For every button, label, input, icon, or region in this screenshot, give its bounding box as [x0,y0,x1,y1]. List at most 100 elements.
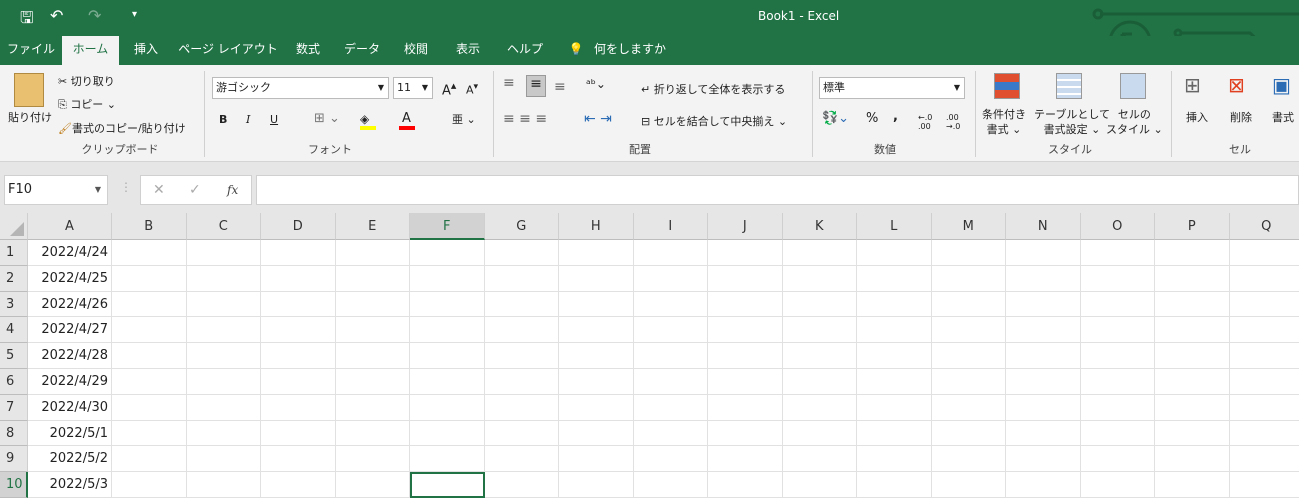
align-middle-icon[interactable]: ≡ [526,75,546,97]
cell-H5[interactable] [559,343,634,369]
tab-view[interactable]: 表示 [446,36,490,65]
column-header-L[interactable]: L [857,213,932,240]
format-cells-button[interactable]: 書式 [1272,109,1294,125]
underline-button[interactable]: U [270,113,278,126]
name-box[interactable]: F10 ▼ [4,175,108,205]
cell-O4[interactable] [1080,317,1155,344]
cell-K3[interactable] [782,291,857,318]
cell-I6[interactable] [633,369,708,395]
column-header-H[interactable]: H [559,213,634,240]
cell-B9[interactable] [112,446,187,473]
cell-M5[interactable] [931,343,1006,369]
cell-A2[interactable]: 2022/4/25 [28,265,112,292]
cell-F4[interactable] [410,317,485,344]
column-header-B[interactable]: B [112,213,187,240]
format-as-table-button[interactable]: テーブルとして 書式設定 ⌄ [1034,107,1110,137]
row-header-7[interactable]: 7 [0,394,28,421]
cell-M3[interactable] [931,291,1006,318]
cell-H9[interactable] [559,446,634,473]
tab-help[interactable]: ヘルプ [500,36,550,65]
row-header-8[interactable]: 8 [0,420,28,447]
cell-H6[interactable] [559,369,634,395]
cell-D2[interactable] [261,265,336,292]
cell-B6[interactable] [112,369,187,395]
cell-P9[interactable] [1155,446,1230,473]
cell-L6[interactable] [857,369,932,395]
cell-D8[interactable] [261,420,336,447]
cell-M10[interactable] [931,472,1006,498]
cell-A3[interactable]: 2022/4/26 [28,291,112,318]
cell-O2[interactable] [1080,265,1155,292]
cell-C9[interactable] [186,446,261,473]
cell-A10[interactable]: 2022/5/3 [28,472,112,498]
merge-center-button[interactable]: ⊟ セルを結合して中央揃え ⌄ [641,113,787,129]
cell-B5[interactable] [112,343,187,369]
fill-color-icon[interactable]: ◈ [360,112,376,126]
cut-button[interactable]: ✂ 切り取り [58,73,115,89]
number-format-select[interactable]: 標準 ▼ [819,77,965,99]
cell-K9[interactable] [782,446,857,473]
redo-icon[interactable]: ↷ [88,6,101,25]
cell-F6[interactable] [410,369,485,395]
tab-file[interactable]: ファイル [0,36,62,65]
cell-D9[interactable] [261,446,336,473]
cell-O6[interactable] [1080,369,1155,395]
cell-P8[interactable] [1155,420,1230,447]
cell-K6[interactable] [782,369,857,395]
cell-G1[interactable] [484,240,559,266]
cell-E8[interactable] [335,420,410,447]
cell-I5[interactable] [633,343,708,369]
conditional-format-button[interactable]: 条件付き 書式 ⌄ [982,107,1026,137]
align-bottom-icon[interactable]: ≡ [554,79,566,95]
cell-N10[interactable] [1006,472,1081,498]
cell-E4[interactable] [335,317,410,344]
wrap-text-button[interactable]: ↵ 折り返して全体を表示する [641,81,785,97]
cell-P1[interactable] [1155,240,1230,266]
cell-A9[interactable]: 2022/5/2 [28,446,112,473]
cell-N3[interactable] [1006,291,1081,318]
cell-N6[interactable] [1006,369,1081,395]
insert-function-icon[interactable]: fx [227,176,238,204]
cell-A5[interactable]: 2022/4/28 [28,343,112,369]
column-header-F[interactable]: F [410,213,485,240]
cell-J4[interactable] [708,317,783,344]
cell-J3[interactable] [708,291,783,318]
column-header-P[interactable]: P [1155,213,1230,240]
cell-I2[interactable] [633,265,708,292]
cell-Q8[interactable] [1229,421,1299,447]
cell-E5[interactable] [335,343,410,369]
column-header-E[interactable]: E [335,213,410,240]
tab-data[interactable]: データ [336,36,388,65]
italic-button[interactable]: I [246,113,250,126]
cell-O10[interactable] [1080,472,1155,498]
cell-C6[interactable] [186,369,261,395]
cell-F2[interactable] [410,265,485,292]
cell-L4[interactable] [857,317,932,344]
cell-Q1[interactable] [1229,240,1299,266]
cancel-icon[interactable]: ✕ [153,176,165,204]
cell-G2[interactable] [484,265,559,292]
cell-G9[interactable] [484,446,559,473]
increase-font-icon[interactable]: A▴ [442,79,456,98]
cell-L9[interactable] [857,446,932,473]
cell-A7[interactable]: 2022/4/30 [28,394,112,421]
cell-J9[interactable] [708,446,783,473]
customize-qat-icon[interactable]: ▾ [132,9,137,20]
copy-button[interactable]: ⎘ コピー ⌄ [58,96,116,112]
cell-K4[interactable] [782,317,857,344]
cell-D6[interactable] [261,369,336,395]
cell-E10[interactable] [335,472,410,498]
column-header-M[interactable]: M [931,213,1006,240]
cell-M7[interactable] [931,394,1006,421]
cell-H3[interactable] [559,291,634,318]
cell-D7[interactable] [261,394,336,421]
cell-P5[interactable] [1155,343,1230,369]
cell-Q7[interactable] [1229,395,1299,421]
column-header-D[interactable]: D [261,213,336,240]
cell-O5[interactable] [1080,343,1155,369]
cell-B3[interactable] [112,291,187,318]
cell-O3[interactable] [1080,291,1155,318]
cell-N7[interactable] [1006,394,1081,421]
cell-J6[interactable] [708,369,783,395]
cell-F3[interactable] [410,291,485,318]
